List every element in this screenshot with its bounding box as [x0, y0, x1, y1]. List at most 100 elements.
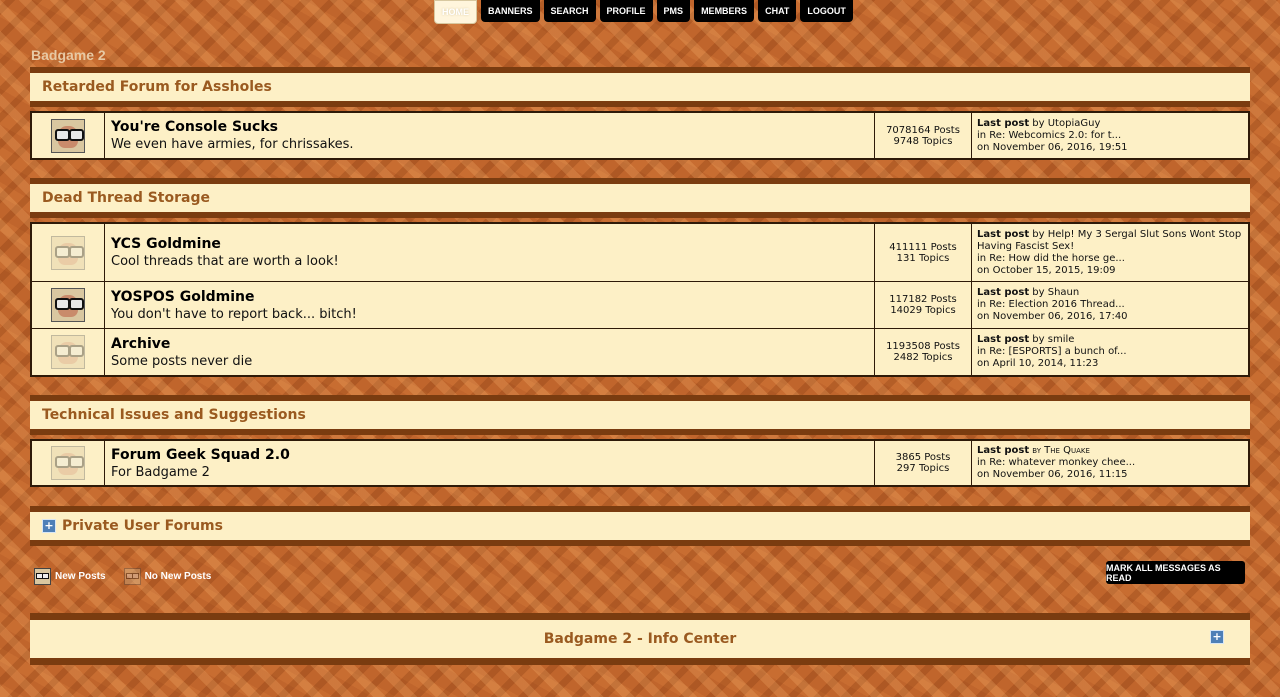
expand-plus-icon[interactable]: + [42, 519, 56, 533]
new-posts-icon [51, 118, 85, 153]
expand-plus-icon[interactable]: + [1210, 630, 1224, 644]
board-stats: 411111 Posts 131 Topics [875, 224, 972, 281]
board-name-link[interactable]: YOSPOS Goldmine [111, 289, 868, 305]
last-post-info: Last post by Shaun in Re: Election 2016 … [972, 282, 1248, 328]
legend-label: No New Posts [144, 571, 212, 582]
topic-count: 2482 Topics [893, 352, 953, 363]
last-post-date: on November 06, 2016, 11:15 [977, 469, 1128, 480]
board-description: For Badgame 2 [111, 464, 210, 480]
last-post-author[interactable]: by The Quake [1032, 445, 1090, 456]
no-new-posts-icon [51, 335, 85, 369]
board-row: Forum Geek Squad 2.0 For Badgame 2 3865 … [32, 441, 1248, 485]
last-post-topic[interactable]: in Re: whatever monkey chee... [977, 457, 1243, 469]
last-post-label[interactable]: Last post [977, 287, 1029, 298]
board-info: YOSPOS Goldmine You don't have to report… [105, 282, 875, 328]
nav-home[interactable]: HOME [434, 0, 477, 24]
category-title: Technical Issues and Suggestions [42, 407, 306, 423]
last-post-topic[interactable]: in Re: How did the horse ge... [977, 253, 1243, 265]
last-post-info: Last post by Help! My 3 Sergal Slut Sons… [972, 224, 1248, 281]
info-center-title: Badgame 2 - Info Center [543, 631, 737, 647]
last-post-label[interactable]: Last post [977, 334, 1029, 345]
board-row: Archive Some posts never die 1193508 Pos… [32, 328, 1248, 375]
last-post-topic[interactable]: in Re: [ESPORTS] a bunch of... [977, 346, 1243, 358]
icon-legend: New Posts No New Posts [34, 568, 211, 585]
board-row: You're Console Sucks We even have armies… [32, 113, 1248, 158]
board-info: Archive Some posts never die [105, 329, 875, 375]
category-section: Technical Issues and Suggestions Forum G… [30, 395, 1250, 487]
board-row: YCS Goldmine Cool threads that are worth… [32, 224, 1248, 281]
topic-count: 131 Topics [896, 252, 950, 264]
legend-no-new-posts: No New Posts [123, 568, 212, 585]
board-name-link[interactable]: Forum Geek Squad 2.0 [111, 447, 868, 463]
last-post-label[interactable]: Last post [977, 445, 1029, 456]
category-header[interactable]: Dead Thread Storage [30, 178, 1250, 218]
board-icon-cell [32, 113, 105, 158]
no-new-posts-icon [51, 446, 85, 480]
last-post-date: on November 06, 2016, 17:40 [977, 311, 1128, 322]
board-stats: 1193508 Posts 2482 Topics [875, 329, 972, 375]
board-stats: 3865 Posts 297 Topics [875, 441, 972, 485]
nav-profile[interactable]: PROFILE [599, 0, 653, 22]
category-header-collapsed[interactable]: + Private User Forums [30, 506, 1250, 546]
category-title: Retarded Forum for Assholes [42, 79, 272, 95]
nav-search[interactable]: SEARCH [543, 0, 596, 22]
post-count: 411111 Posts [889, 241, 957, 253]
post-count: 3865 Posts [895, 452, 951, 463]
board-name-link[interactable]: Archive [111, 336, 868, 352]
no-new-posts-icon [123, 568, 141, 585]
last-post-label[interactable]: Last post [977, 229, 1029, 240]
board-description: Some posts never die [111, 353, 253, 369]
post-count: 1193508 Posts [886, 341, 960, 352]
board-icon-cell [32, 282, 105, 328]
nav-logout[interactable]: LOGOUT [800, 0, 853, 22]
category-header[interactable]: Retarded Forum for Assholes [30, 67, 1250, 107]
topic-count: 297 Topics [896, 463, 950, 474]
nav-banners[interactable]: BANNERS [481, 0, 540, 22]
last-post-date: on October 15, 2015, 19:09 [977, 264, 1116, 276]
category-title: Dead Thread Storage [42, 190, 210, 206]
board-name-link[interactable]: You're Console Sucks [111, 119, 868, 135]
last-post-label[interactable]: Last post [977, 118, 1029, 129]
last-post-info: Last post by smile in Re: [ESPORTS] a bu… [972, 329, 1248, 375]
mark-all-read-button[interactable]: MARK ALL MESSAGES AS READ [1106, 561, 1245, 584]
topic-count: 9748 Topics [893, 135, 953, 147]
nav-chat[interactable]: CHAT [758, 0, 797, 22]
board-info: You're Console Sucks We even have armies… [105, 113, 875, 158]
last-post-topic[interactable]: in Re: Election 2016 Thread... [977, 299, 1243, 311]
board-description: We even have armies, for chrissakes. [111, 137, 354, 152]
last-post-author[interactable]: by UtopiaGuy [1032, 118, 1100, 129]
last-post-info: Last post by The Quake in Re: whatever m… [972, 441, 1248, 485]
topic-count: 14029 Topics [890, 305, 956, 316]
board-list: YCS Goldmine Cool threads that are worth… [30, 222, 1250, 377]
last-post-author[interactable]: by smile [1032, 334, 1074, 345]
board-name-link[interactable]: YCS Goldmine [111, 236, 868, 252]
new-posts-icon [51, 288, 85, 322]
last-post-author[interactable]: by Shaun [1032, 287, 1079, 298]
board-description: You don't have to report back... bitch! [111, 306, 357, 322]
category-header[interactable]: Technical Issues and Suggestions [30, 395, 1250, 435]
category-section: Dead Thread Storage YCS Goldmine Cool th… [30, 178, 1250, 377]
post-count: 117182 Posts [889, 294, 957, 305]
top-navigation: HOME BANNERS SEARCH PROFILE PMS MEMBERS … [434, 0, 853, 24]
board-stats: 117182 Posts 14029 Topics [875, 282, 972, 328]
board-info: Forum Geek Squad 2.0 For Badgame 2 [105, 441, 875, 485]
new-posts-icon [34, 568, 51, 585]
board-icon-cell [32, 441, 105, 485]
category-section: + Private User Forums [30, 506, 1250, 546]
nav-pms[interactable]: PMS [656, 0, 691, 22]
site-title[interactable]: Badgame 2 [31, 47, 106, 63]
last-post-date: on April 10, 2014, 11:23 [977, 358, 1099, 369]
last-post-info: Last post by UtopiaGuy in Re: Webcomics … [972, 113, 1248, 158]
no-new-posts-icon [51, 235, 85, 270]
legend-label: New Posts [55, 571, 106, 582]
last-post-topic[interactable]: in Re: Webcomics 2.0: for t... [977, 130, 1243, 142]
board-stats: 7078164 Posts 9748 Topics [875, 113, 972, 158]
category-title: Private User Forums [62, 518, 223, 534]
board-row: YOSPOS Goldmine You don't have to report… [32, 281, 1248, 328]
last-post-date: on November 06, 2016, 19:51 [977, 141, 1128, 153]
board-list: You're Console Sucks We even have armies… [30, 111, 1250, 160]
board-description: Cool threads that are worth a look! [111, 254, 339, 269]
nav-members[interactable]: MEMBERS [694, 0, 755, 22]
legend-new-posts: New Posts [34, 568, 106, 585]
info-center-header[interactable]: Badgame 2 - Info Center + [30, 613, 1250, 665]
